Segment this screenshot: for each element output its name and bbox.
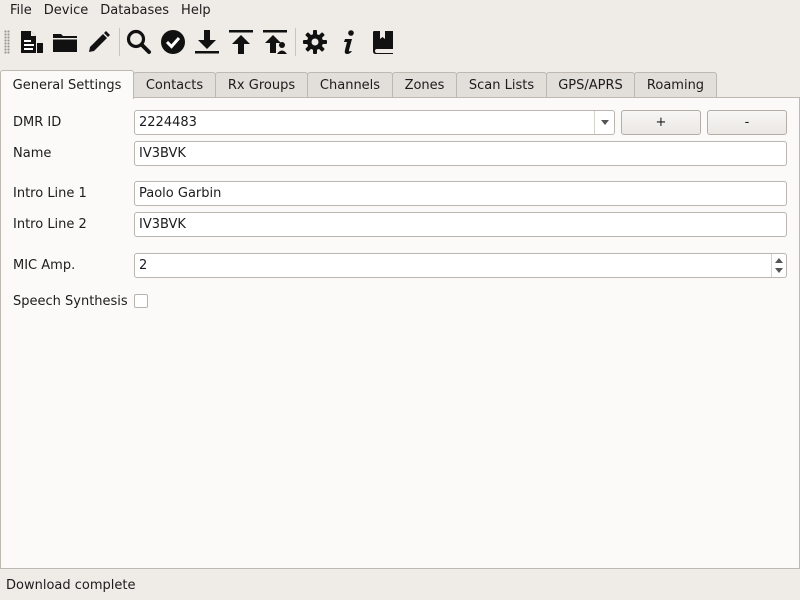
about-button[interactable]	[333, 25, 365, 59]
general-settings-panel: DMR ID 2224483 + - Name IV3BVK Intro Lin…	[0, 97, 800, 569]
toolbar-grip[interactable]	[4, 30, 10, 54]
verify-button[interactable]	[157, 25, 189, 59]
tab-general-settings[interactable]: General Settings	[0, 70, 134, 99]
mic-amp-label: MIC Amp.	[13, 258, 76, 273]
download-button[interactable]	[191, 25, 223, 59]
settings-button[interactable]	[299, 25, 331, 59]
edit-button[interactable]	[83, 25, 115, 59]
menu-device[interactable]: Device	[38, 0, 94, 22]
toolbar-separator	[295, 28, 296, 56]
name-input[interactable]: IV3BVK	[134, 141, 787, 166]
tab-gps-aprs[interactable]: GPS/APRS	[546, 72, 635, 98]
tab-scan-lists[interactable]: Scan Lists	[456, 72, 547, 98]
spin-buttons[interactable]	[771, 254, 786, 277]
menu-databases[interactable]: Databases	[94, 0, 175, 22]
search-icon	[126, 29, 151, 54]
tab-zones[interactable]: Zones	[392, 72, 457, 98]
open-button[interactable]	[49, 25, 81, 59]
new-codeplug-icon	[21, 31, 43, 53]
edit-pencil-icon	[89, 31, 110, 52]
tab-contacts[interactable]: Contacts	[133, 72, 216, 98]
info-icon	[344, 30, 354, 54]
name-label: Name	[13, 146, 52, 161]
spin-down-icon[interactable]	[775, 268, 783, 273]
upload-button[interactable]	[225, 25, 257, 59]
mic-amp-spinbox[interactable]: 2	[134, 253, 787, 278]
add-dmr-id-button[interactable]: +	[621, 110, 701, 135]
mic-amp-value: 2	[139, 258, 148, 273]
new-codeplug-button[interactable]	[15, 25, 47, 59]
tab-roaming[interactable]: Roaming	[634, 72, 717, 98]
upload-callsign-db-icon	[263, 30, 287, 54]
upload-icon	[229, 30, 253, 54]
intro-line-2-label: Intro Line 2	[13, 217, 87, 232]
chevron-down-icon[interactable]	[594, 111, 614, 134]
search-button[interactable]	[123, 25, 155, 59]
download-icon	[195, 30, 219, 54]
upload-callsign-db-button[interactable]	[259, 25, 291, 59]
remove-dmr-id-button[interactable]: -	[707, 110, 787, 135]
settings-gear-icon	[303, 30, 327, 54]
intro-line-2-input[interactable]: IV3BVK	[134, 212, 787, 237]
status-bar: Download complete	[6, 578, 136, 593]
tab-rx-groups[interactable]: Rx Groups	[215, 72, 308, 98]
spin-up-icon[interactable]	[775, 258, 783, 263]
intro-line-1-label: Intro Line 1	[13, 186, 87, 201]
menu-file[interactable]: File	[4, 0, 38, 22]
speech-synthesis-checkbox[interactable]	[134, 294, 148, 308]
toolbar-separator	[119, 28, 120, 56]
toolbar	[0, 22, 800, 62]
manual-book-icon	[373, 31, 393, 54]
dmr-id-combobox[interactable]: 2224483	[134, 110, 615, 135]
open-folder-icon	[53, 34, 77, 52]
tab-bar: General Settings Contacts Rx Groups Chan…	[0, 70, 800, 99]
menu-help[interactable]: Help	[175, 0, 217, 22]
tab-channels[interactable]: Channels	[307, 72, 393, 98]
intro-line-1-input[interactable]: Paolo Garbin	[134, 181, 787, 206]
menu-bar: File Device Databases Help	[0, 0, 800, 22]
speech-synthesis-label: Speech Synthesis	[13, 294, 128, 309]
verify-check-icon	[161, 30, 185, 54]
manual-button[interactable]	[367, 25, 399, 59]
dmr-id-label: DMR ID	[13, 115, 62, 130]
dmr-id-value: 2224483	[139, 115, 197, 130]
